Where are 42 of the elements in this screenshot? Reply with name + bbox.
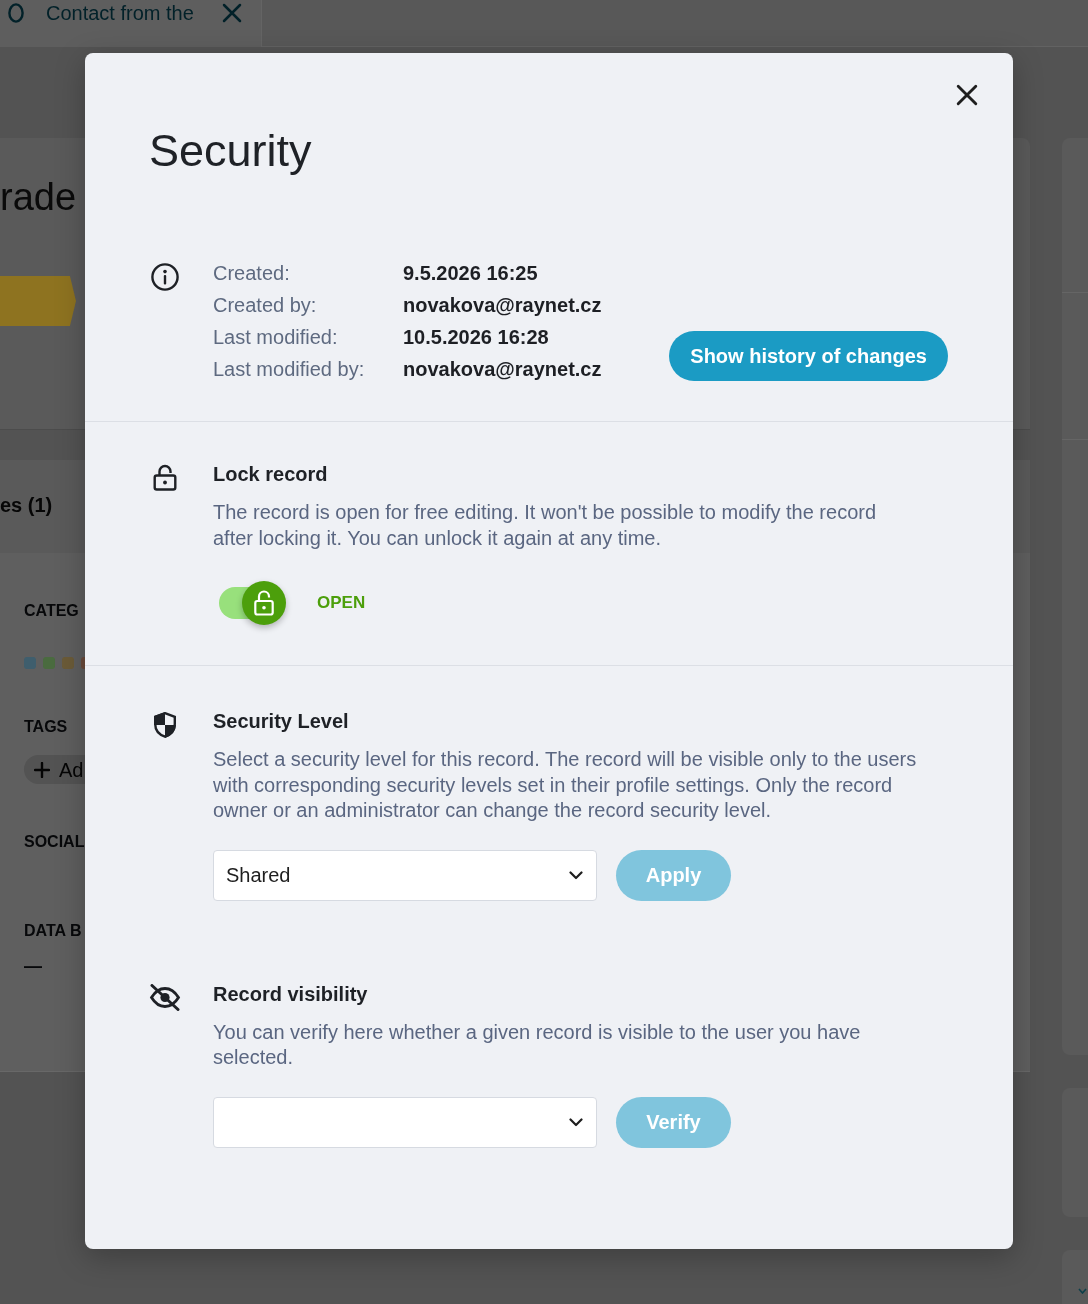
section-description: You can verify here whether a given record is visible to the user you have selected.	[213, 1019, 862, 1070]
ring-icon	[8, 3, 24, 23]
chevron-down-icon	[1078, 1288, 1087, 1294]
field-label: SOCIAL	[24, 832, 85, 852]
plus-icon	[34, 761, 50, 778]
section-description: The record is open for free editing. It won't be possible to modify the record after locking it. You can unlock it again at any time.	[213, 500, 878, 551]
section-title: Security Level	[213, 709, 350, 734]
close-icon	[956, 84, 978, 106]
section-title: Lock record	[213, 462, 329, 487]
info-value: novakova@raynet.cz	[403, 293, 602, 318]
unlocked-padlock-icon	[254, 590, 274, 616]
info-icon	[151, 263, 179, 291]
section-description: Select a security level for this record. The record will be visible only to the users with corresponding security levels set in their profile settings. Only the record owner or an administrator can change the record security level.	[213, 747, 918, 823]
field-label: TAGS	[24, 717, 68, 737]
chevron-down-icon	[569, 1117, 583, 1127]
field-label: DATA B	[24, 921, 82, 941]
info-value: 9.5.2026 16:25	[403, 261, 539, 286]
lock-state-label: OPEN	[317, 592, 366, 615]
info-label: Last modified:	[213, 325, 339, 350]
info-value: 10.5.2026 16:28	[403, 325, 550, 350]
chevron-down-icon	[569, 870, 583, 880]
add-tag-button[interactable]: Ad	[24, 755, 85, 784]
close-icon	[222, 3, 242, 23]
close-button[interactable]	[956, 84, 978, 106]
lock-switch[interactable]	[219, 581, 286, 625]
record-title: rade	[0, 175, 77, 220]
field-label: CATEG	[24, 601, 79, 621]
show-history-button[interactable]: Show history of changes	[669, 331, 948, 381]
tab-close-button[interactable]	[222, 3, 242, 23]
field-value: —	[24, 955, 42, 977]
info-label: Created by:	[213, 293, 318, 318]
info-label: Last modified by:	[213, 357, 366, 382]
dialog-title: Security	[149, 124, 312, 178]
shield-icon	[153, 711, 177, 739]
info-value: novakova@raynet.cz	[403, 357, 602, 382]
security-level-select[interactable]: Shared	[213, 849, 597, 901]
section-title: Record visibility	[213, 981, 369, 1007]
info-label: Created:	[213, 261, 291, 286]
panel-tab[interactable]: es (1)	[0, 493, 53, 517]
eye-slash-icon	[149, 983, 181, 1011]
document-tab[interactable]: Contact from the	[0, 0, 262, 47]
padlock-icon	[153, 463, 177, 491]
